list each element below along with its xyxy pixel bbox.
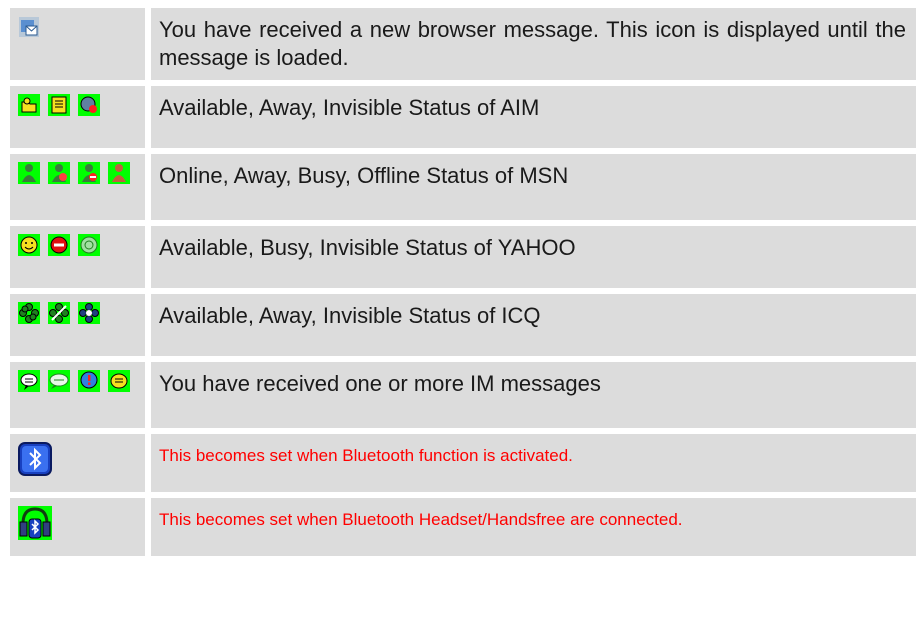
table-row: Available, Busy, Invisible Status of YAH…: [10, 226, 916, 288]
row-description: Online, Away, Busy, Offline Status of MS…: [151, 154, 916, 220]
table-row: Available, Away, Invisible Status of ICQ: [10, 294, 916, 356]
icon-cell: [10, 434, 145, 492]
bluetooth-icon: [18, 442, 52, 476]
msn-offline-icon: [108, 162, 130, 184]
table-row: This becomes set when Bluetooth Headset/…: [10, 498, 916, 556]
table-row: Online, Away, Busy, Offline Status of MS…: [10, 154, 916, 220]
yahoo-busy-icon: [48, 234, 70, 256]
icon-cell: [10, 154, 145, 220]
icon-cell: [10, 294, 145, 356]
icon-cell: [10, 498, 145, 556]
aim-available-icon: [18, 94, 40, 116]
icon-cell: [10, 8, 145, 80]
im-message-icon-4: [108, 370, 130, 392]
status-icon-table: You have received a new browser message.…: [10, 8, 916, 556]
row-description: Available, Busy, Invisible Status of YAH…: [151, 226, 916, 288]
msn-busy-icon: [78, 162, 100, 184]
row-description: You have received one or more IM message…: [151, 362, 916, 428]
msn-away-icon: [48, 162, 70, 184]
aim-away-icon: [48, 94, 70, 116]
icon-cell: [10, 86, 145, 148]
aim-invisible-icon: [78, 94, 100, 116]
row-description: This becomes set when Bluetooth Headset/…: [151, 498, 916, 556]
icq-invisible-icon: [78, 302, 100, 324]
im-message-icon-3: [78, 370, 100, 392]
table-row: Available, Away, Invisible Status of AIM: [10, 86, 916, 148]
row-description: This becomes set when Bluetooth function…: [151, 434, 916, 492]
yahoo-invisible-icon: [78, 234, 100, 256]
row-description: Available, Away, Invisible Status of ICQ: [151, 294, 916, 356]
table-row: You have received a new browser message.…: [10, 8, 916, 80]
bluetooth-headset-icon: [18, 506, 52, 540]
row-description: Available, Away, Invisible Status of AIM: [151, 86, 916, 148]
im-message-icon-2: [48, 370, 70, 392]
yahoo-available-icon: [18, 234, 40, 256]
im-message-icon-1: [18, 370, 40, 392]
icq-away-icon: [48, 302, 70, 324]
icon-cell: [10, 226, 145, 288]
icq-available-icon: [18, 302, 40, 324]
table-row: This becomes set when Bluetooth function…: [10, 434, 916, 492]
msn-online-icon: [18, 162, 40, 184]
row-description: You have received a new browser message.…: [151, 8, 916, 80]
browser-message-icon: [18, 16, 40, 38]
icon-cell: [10, 362, 145, 428]
table-row: You have received one or more IM message…: [10, 362, 916, 428]
